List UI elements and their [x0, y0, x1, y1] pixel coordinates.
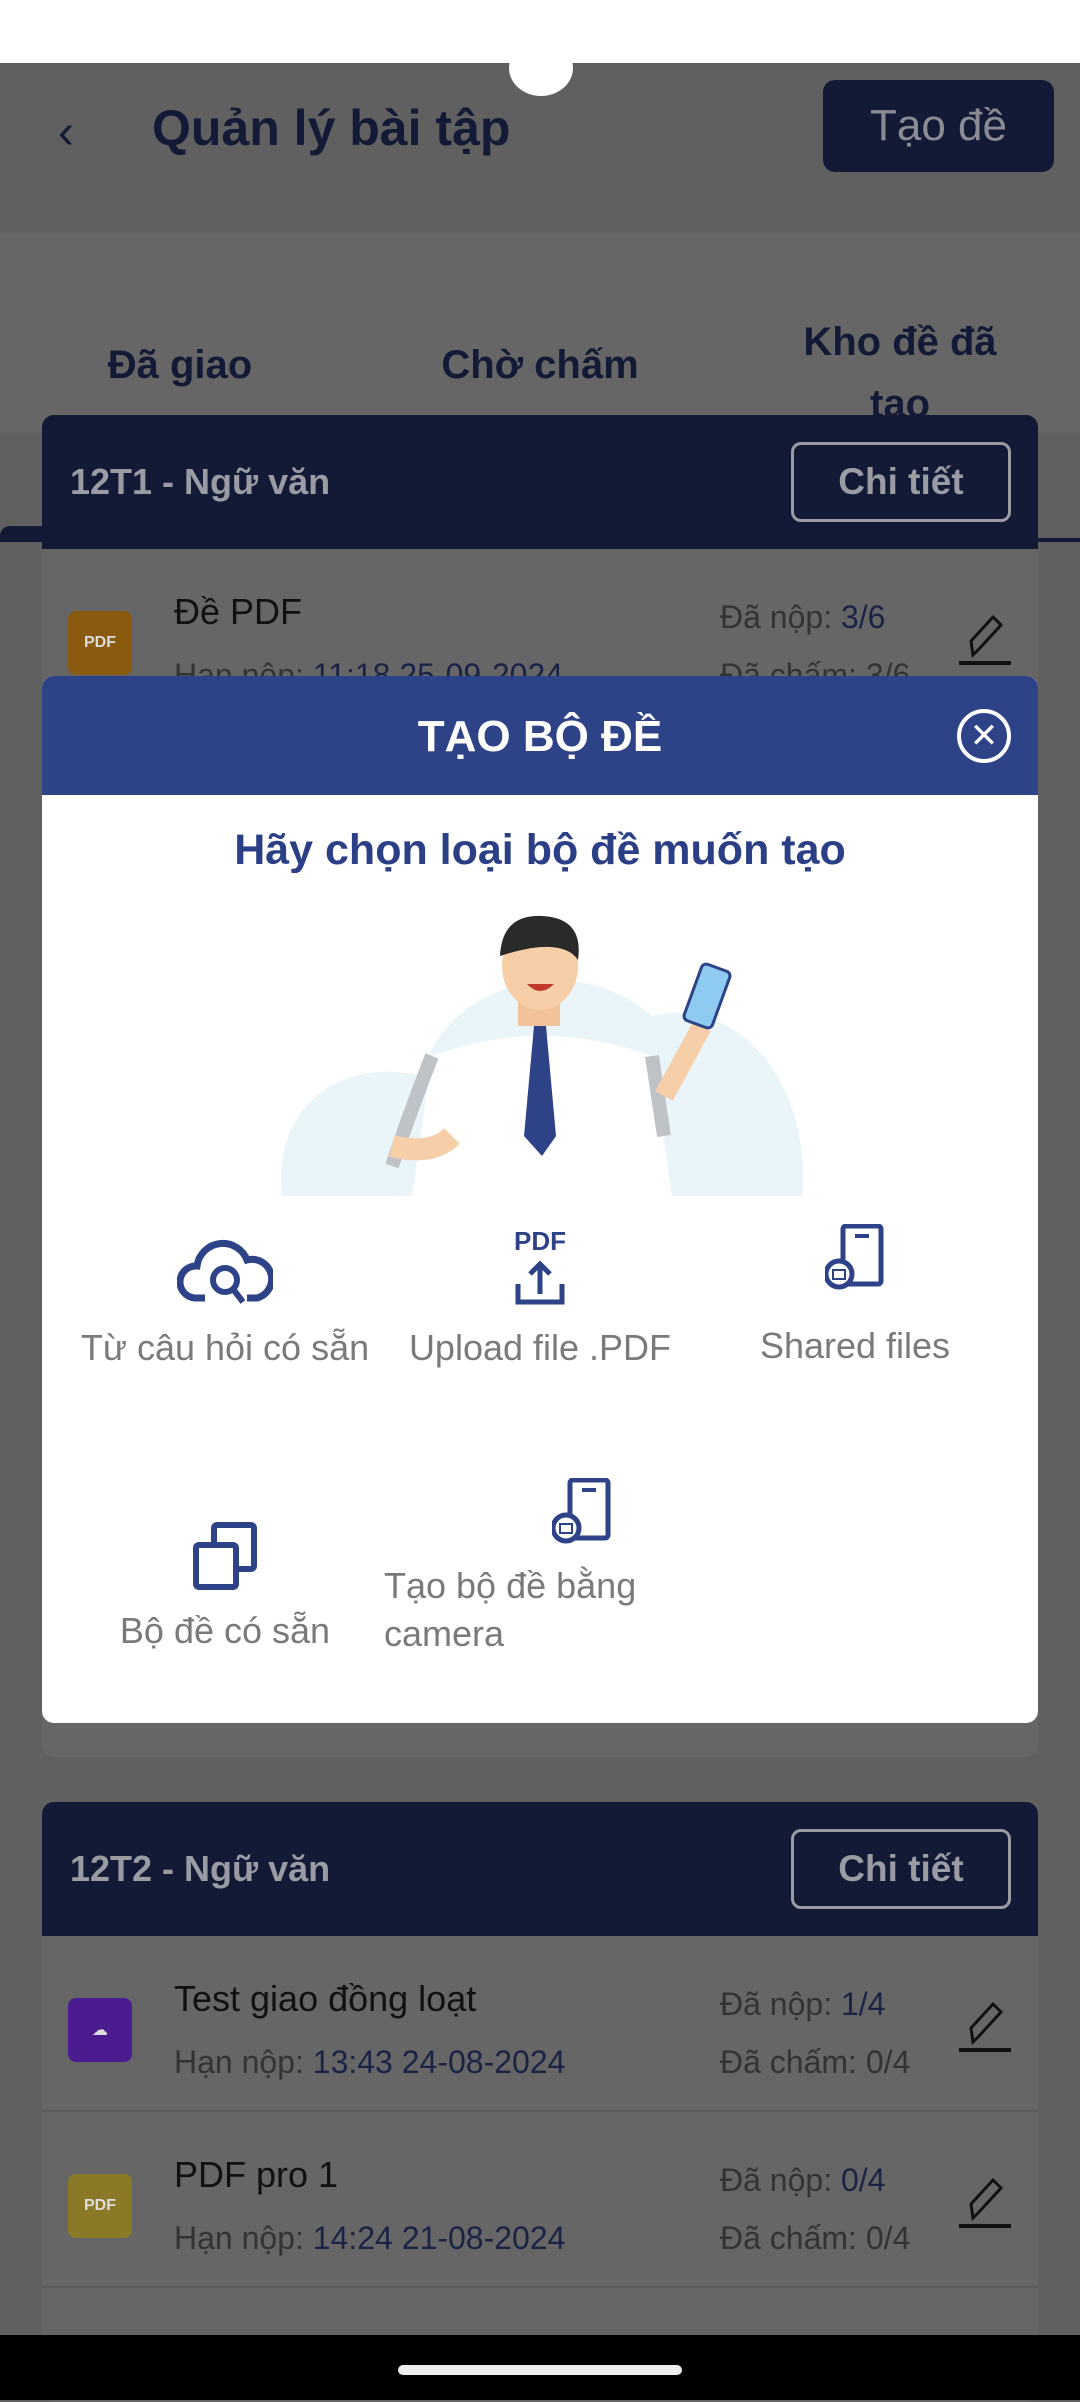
- svg-text:PDF: PDF: [514, 1226, 566, 1256]
- pdf-upload-icon: PDF: [514, 1226, 566, 1305]
- edit-icon[interactable]: [955, 1998, 1015, 2058]
- option-upload-pdf[interactable]: PDF Upload file .PDF: [380, 1224, 700, 1369]
- graded-count: Đã chấm: 0/4: [720, 2044, 911, 2080]
- back-icon[interactable]: ‹: [58, 105, 74, 160]
- tab-bar: Đã giao Chờ chấm Kho đề đã tạo: [0, 233, 1080, 542]
- detail-button[interactable]: Chi tiết: [791, 1829, 1011, 1909]
- tab-pending-grading[interactable]: Chờ chấm: [400, 343, 680, 388]
- class-card: 12T2 - Ngữ văn Chi tiết ☁ Test giao đồng…: [42, 1802, 1038, 2402]
- option-label: Từ câu hỏi có sẵn: [80, 1327, 370, 1368]
- class-name: 12T2 - Ngữ văn: [70, 1848, 331, 1889]
- submitted-count: Đã nộp: 1/4: [720, 1986, 886, 2022]
- pdf-icon: PDF: [68, 2174, 132, 2238]
- submitted-count: Đã nộp: 0/4: [720, 2162, 886, 2198]
- graded-count: Đã chấm: 0/4: [720, 2220, 911, 2256]
- dialog-subtitle: Hãy chọn loại bộ đề muốn tạo: [234, 826, 846, 874]
- cloud-scan-icon: ☁: [68, 1998, 132, 2062]
- create-exam-button[interactable]: Tạo đề: [823, 80, 1054, 172]
- assignment-title: Đề PDF: [174, 591, 303, 632]
- option-create-by-camera[interactable]: Tạo bộ đề bằng camera: [372, 1478, 692, 1658]
- option-from-question-bank[interactable]: Từ câu hỏi có sẵn: [65, 1236, 385, 1369]
- edit-icon[interactable]: [955, 2174, 1015, 2234]
- detail-button[interactable]: Chi tiết: [791, 442, 1011, 522]
- submitted-count: Đã nộp: 3/6: [720, 599, 886, 635]
- option-label: Bộ đề có sẵn: [119, 1610, 331, 1651]
- assignment-title: PDF pro 1: [174, 2154, 339, 2195]
- option-existing-sets[interactable]: Bộ đề có sẵn: [65, 1521, 385, 1652]
- assignment-title: Test giao đồng loạt: [174, 1978, 477, 2019]
- option-label: Tạo bộ đề bằng camera: [384, 1565, 637, 1654]
- due-date: Hạn nộp: 14:24 21-08-2024: [174, 2220, 566, 2256]
- cloud-search-icon: [177, 1239, 273, 1304]
- close-icon[interactable]: ✕: [957, 709, 1011, 763]
- page-title: Quản lý bài tập: [152, 100, 511, 156]
- option-shared-files[interactable]: Shared files: [695, 1224, 1015, 1367]
- copy-icon: [193, 1522, 257, 1590]
- assignment-row[interactable]: ☁ Test giao đồng loạt Hạn nộp: 13:43 24-…: [42, 1936, 1038, 2112]
- phone-camera-icon: [825, 1224, 884, 1290]
- teacher-illustration: [281, 915, 803, 1196]
- edit-icon[interactable]: [955, 611, 1015, 671]
- pdf-icon: PDF: [68, 611, 132, 675]
- dialog-title: TẠO BỘ ĐỀ: [417, 712, 663, 761]
- home-handle[interactable]: [398, 2365, 682, 2375]
- option-label: Shared files: [759, 1325, 951, 1366]
- assignment-row[interactable]: PDF PDF pro 1 Hạn nộp: 14:24 21-08-2024 …: [42, 2112, 1038, 2288]
- due-date: Hạn nộp: 13:43 24-08-2024: [174, 2044, 566, 2080]
- option-label: Upload file .PDF: [408, 1327, 672, 1368]
- phone-camera-icon: [552, 1478, 611, 1544]
- class-name: 12T1 - Ngữ văn: [70, 461, 331, 502]
- tab-assigned[interactable]: Đã giao: [60, 343, 300, 388]
- camera-cutout: [509, 40, 573, 96]
- system-nav-bar: [0, 2335, 1080, 2400]
- create-exam-dialog: TẠO BỘ ĐỀ ✕ Hãy chọn loại bộ đề muốn tạo…: [42, 676, 1038, 1723]
